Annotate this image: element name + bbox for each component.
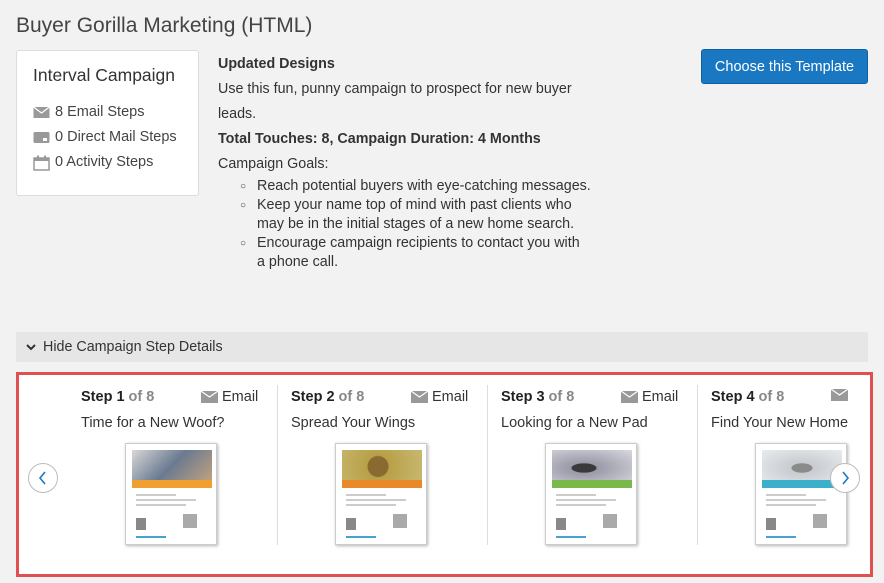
email-steps-row: 8 Email Steps (33, 99, 198, 124)
step-total: of 8 (548, 389, 575, 405)
step-number: Step 2 (291, 389, 335, 405)
goal-item: Reach potential buyers with eye-catching… (240, 177, 608, 196)
chevron-down-icon (24, 340, 38, 354)
step-card[interactable]: Step 2 of 8 Email Spread Your Wings (291, 375, 501, 574)
step-number: Step 1 (81, 389, 125, 405)
email-preview-thumbnail[interactable] (125, 443, 217, 545)
step-total: of 8 (758, 389, 785, 405)
toggle-step-details[interactable]: Hide Campaign Step Details (16, 332, 868, 362)
campaign-summary-card: Interval Campaign 8 Email Steps 0 Direct… (16, 50, 199, 196)
step-number: Step 3 (501, 389, 545, 405)
carousel-next-button[interactable] (830, 463, 860, 493)
toggle-step-details-label: Hide Campaign Step Details (43, 339, 223, 355)
envelope-icon (831, 389, 848, 401)
preview-image (132, 450, 212, 480)
campaign-type-title: Interval Campaign (33, 65, 176, 85)
direct-mail-steps-row: 0 Direct Mail Steps (33, 124, 198, 149)
step-divider (697, 385, 698, 545)
email-steps-label: 8 Email Steps (55, 103, 145, 120)
description-intro: Use this fun, punny campaign to prospect… (218, 81, 572, 122)
step-number: Step 4 (711, 389, 755, 405)
step-card[interactable]: Step 3 of 8 Email Looking for a New Pad (501, 375, 711, 574)
envelope-icon (201, 391, 218, 403)
goals-label: Campaign Goals: (218, 156, 329, 172)
email-preview-thumbnail[interactable] (545, 443, 637, 545)
step-name: Time for a New Woof? (81, 415, 225, 431)
step-type-label: Email (222, 389, 259, 405)
goal-item: Keep your name top of mind with past cli… (240, 196, 590, 234)
email-preview-thumbnail[interactable] (755, 443, 847, 545)
activity-steps-label: 0 Activity Steps (55, 153, 154, 170)
mailbox-icon (33, 130, 50, 144)
step-type-label: Email (432, 389, 469, 405)
envelope-icon (33, 105, 50, 119)
direct-mail-steps-label: 0 Direct Mail Steps (55, 128, 177, 145)
step-total: of 8 (128, 389, 155, 405)
step-type: Email (621, 389, 678, 405)
description-heading: Updated Designs (218, 56, 335, 72)
step-name: Looking for a New Pad (501, 415, 648, 431)
email-preview-thumbnail[interactable] (335, 443, 427, 545)
page-title: Buyer Gorilla Marketing (HTML) (16, 14, 313, 37)
chevron-left-icon (38, 471, 46, 485)
goal-item: Encourage campaign recipients to contact… (240, 234, 590, 272)
campaign-steps-carousel: Step 1 of 8 Email Time for a New Woof? S… (16, 372, 873, 577)
chevron-right-icon (842, 471, 850, 485)
choose-template-button[interactable]: Choose this Template (701, 49, 868, 84)
step-name: Find Your New Home (711, 415, 849, 431)
step-name: Spread Your Wings (291, 415, 416, 431)
preview-banner (342, 480, 422, 488)
carousel-prev-button[interactable] (28, 463, 58, 493)
activity-steps-row: 0 Activity Steps (33, 149, 198, 174)
step-card[interactable]: Step 1 of 8 Email Time for a New Woof? (81, 375, 291, 574)
goals-list: Reach potential buyers with eye-catching… (240, 177, 608, 272)
envelope-icon (411, 391, 428, 403)
step-type: Email (411, 389, 468, 405)
campaign-description: Updated Designs Use this fun, punny camp… (218, 52, 608, 272)
touches-duration: Total Touches: 8, Campaign Duration: 4 M… (218, 131, 541, 147)
calendar-icon (33, 155, 50, 171)
step-total: of 8 (338, 389, 365, 405)
step-type (831, 389, 852, 401)
step-type: Email (201, 389, 258, 405)
step-divider (487, 385, 488, 545)
step-type-label: Email (642, 389, 679, 405)
preview-image (342, 450, 422, 480)
envelope-icon (621, 391, 638, 403)
step-divider (277, 385, 278, 545)
preview-banner (132, 480, 212, 488)
preview-image (552, 450, 632, 480)
preview-banner (552, 480, 632, 488)
